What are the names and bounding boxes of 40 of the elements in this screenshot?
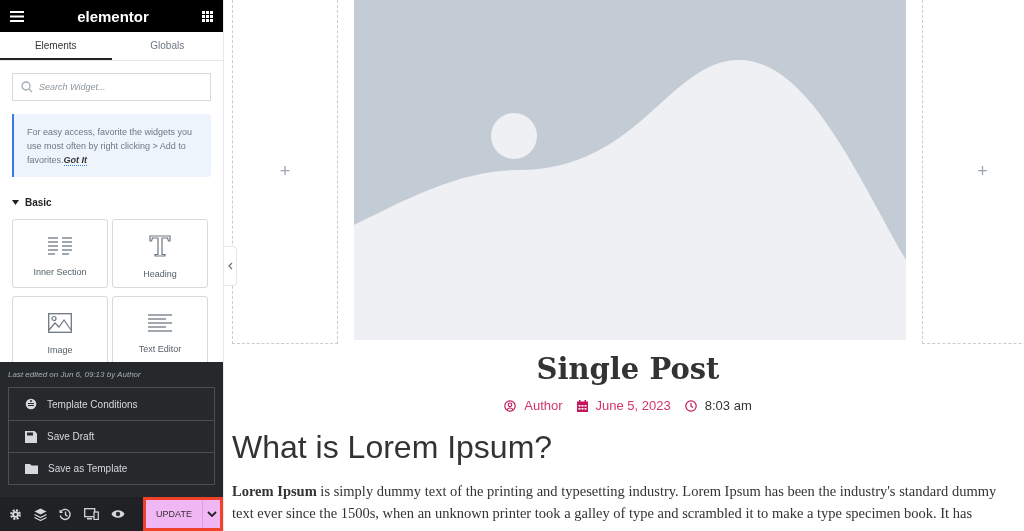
image-icon [48,312,72,333]
menu-icon[interactable] [10,10,24,22]
meta-text: 8:03 am [704,398,752,413]
columns-icon [48,236,72,255]
post-title: Single Post [535,352,721,386]
caret-down-icon[interactable] [12,200,19,205]
widget-tile[interactable]: Text Editor [112,296,208,365]
calendar-icon [576,399,588,412]
tip-text: For easy access, favorite the widgets you use most often by right clicking > Add to favorites.Got It [27,126,194,167]
meta-link[interactable]: June 5, 2023 [595,398,671,413]
paragraph-line: text ever since the 1500s, when an unknown printer took a galley of type and scrambled it to make a type specimen book. It has [232,504,974,523]
section-heading: What is Lorem Ipsum? [232,429,554,466]
conditions-icon [25,398,37,410]
widget-tile[interactable]: Inner Section [12,219,108,288]
publish-options-button[interactable] [202,500,220,528]
paragraph-line: Lorem Ipsum is simply dummy text of the printing and typesetting industry. Lorem Ipsum has been the industry's standard dummy [232,482,998,501]
text-lines-icon [148,313,172,332]
apps-grid-icon[interactable] [202,10,213,22]
letter-t-icon [149,234,171,257]
search-icon [21,81,33,93]
devices-icon[interactable] [84,508,99,520]
folder-icon [25,463,38,474]
section-title: Basic [25,197,52,208]
chevron-down-icon [206,511,217,517]
eye-icon[interactable] [111,509,125,519]
got-it-link[interactable]: Got It [63,155,87,166]
layers-icon[interactable] [34,507,47,521]
history-icon[interactable] [59,507,72,521]
clock-icon [684,399,697,412]
user-icon [504,399,517,412]
last-edited-text: Last edited on Jun 6, 09:13 by Author [8,370,142,379]
settings-icon[interactable] [9,507,22,521]
logo: elementor [77,7,149,25]
chevron-left-icon [227,262,233,270]
widget-tile[interactable]: Image [12,296,108,365]
widget-tile[interactable]: Heading [112,219,208,288]
meta-link[interactable]: Author [524,398,563,413]
search-field[interactable]: Search Widget... [12,73,211,101]
update-button[interactable]: UPDATE [146,500,202,528]
save-icon [25,430,37,443]
